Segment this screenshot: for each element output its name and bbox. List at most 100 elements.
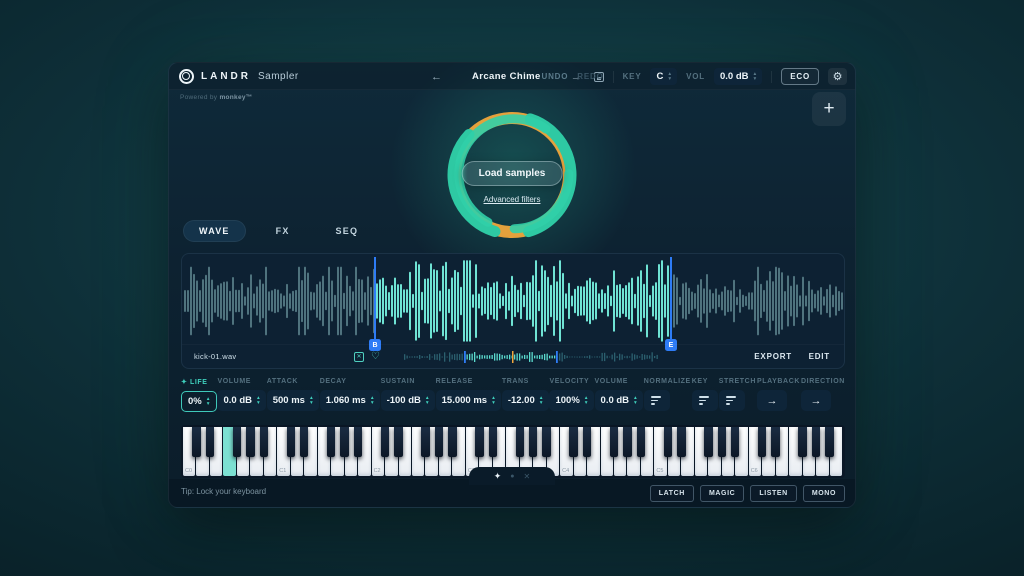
vol-stepper-icon[interactable]: ▴▾ <box>753 72 756 81</box>
tab-fx[interactable]: FX <box>260 220 306 242</box>
black-key[interactable] <box>677 427 685 457</box>
param-value-box[interactable]: -12.00 ▴▾ <box>502 390 549 411</box>
black-key[interactable] <box>798 427 806 457</box>
stepper-icon[interactable]: ▴▾ <box>371 396 374 405</box>
magic-button[interactable]: MAGIC <box>700 485 744 502</box>
stepper-icon[interactable]: ▴▾ <box>310 396 313 405</box>
tab-seq[interactable]: SEQ <box>320 220 375 242</box>
add-sample-button[interactable]: + <box>812 92 846 126</box>
param-value-box[interactable]: 500 ms▴▾ <box>267 390 319 411</box>
tab-wave[interactable]: WAVE <box>183 220 246 242</box>
black-key[interactable] <box>812 427 820 457</box>
black-key[interactable] <box>340 427 348 457</box>
param-normalize: NORMALIZE <box>644 378 691 412</box>
stepper-icon[interactable]: ▴▾ <box>257 396 260 405</box>
favorite-heart-icon[interactable]: ♡ <box>371 352 380 362</box>
key-stepper-icon[interactable]: ▴▾ <box>668 72 671 81</box>
black-key[interactable] <box>287 427 295 457</box>
advanced-filters-link[interactable]: Advanced filters <box>484 195 541 204</box>
black-key[interactable] <box>637 427 645 457</box>
key-select[interactable]: C ▴▾ <box>650 68 677 85</box>
param-value-box[interactable]: -100 dB▴▾ <box>381 390 435 411</box>
black-key[interactable] <box>475 427 483 457</box>
param-label: ATTACK <box>267 378 319 385</box>
level-bars-icon[interactable] <box>692 390 718 411</box>
prev-preset-icon[interactable]: ← <box>431 71 442 83</box>
arrow-right-icon[interactable]: → <box>757 390 787 411</box>
param-value: -12.00 <box>508 395 535 406</box>
selection-end-marker[interactable]: E <box>670 257 672 349</box>
undo-button[interactable]: UNDO <box>542 72 569 81</box>
black-key[interactable] <box>421 427 429 457</box>
black-key[interactable] <box>758 427 766 457</box>
settings-gear-icon[interactable]: ⚙ <box>828 68 847 85</box>
black-key[interactable] <box>435 427 443 457</box>
black-key[interactable] <box>718 427 726 457</box>
redo-button[interactable]: REDO <box>577 72 603 81</box>
black-key[interactable] <box>731 427 739 457</box>
edit-button[interactable]: EDIT <box>809 352 830 361</box>
black-key[interactable] <box>260 427 268 457</box>
param-value-box[interactable]: 100%▴▾ <box>549 390 593 411</box>
key-label: KEY <box>623 72 642 81</box>
sample-file-row: kick-01.wav ✕ ♡ EXPORT EDIT <box>182 344 844 368</box>
level-bars-icon[interactable] <box>644 390 670 411</box>
listen-button[interactable]: LISTEN <box>750 485 797 502</box>
param-value-box[interactable]: 0.0 dB▴▾ <box>595 390 643 411</box>
param-label: PLAYBACK <box>757 378 800 385</box>
black-key[interactable] <box>664 427 672 457</box>
param-value-box[interactable]: 1.060 ms▴▾ <box>320 390 380 411</box>
stepper-icon[interactable]: ▴▾ <box>585 396 588 405</box>
black-key[interactable] <box>354 427 362 457</box>
latch-button[interactable]: LATCH <box>650 485 694 502</box>
vol-input[interactable]: 0.0 dB ▴▾ <box>714 68 762 85</box>
black-key[interactable] <box>825 427 833 457</box>
waveform-display[interactable] <box>183 258 843 344</box>
load-samples-button[interactable]: Load samples <box>462 161 563 186</box>
black-key[interactable] <box>246 427 254 457</box>
black-key[interactable] <box>610 427 618 457</box>
black-key[interactable] <box>327 427 335 457</box>
param-value-box[interactable]: 15.000 ms▴▾ <box>436 390 501 411</box>
black-key[interactable] <box>704 427 712 457</box>
selection-begin-marker[interactable]: B <box>374 257 376 349</box>
black-key[interactable] <box>233 427 241 457</box>
view-tabs: WAVE FX SEQ <box>183 220 374 242</box>
param-volume: VOLUME0.0 dB▴▾ <box>217 378 265 412</box>
vol-value: 0.0 dB <box>720 71 749 82</box>
black-key[interactable] <box>300 427 308 457</box>
param-value-box[interactable]: 0%▴▾ <box>181 391 217 412</box>
waveform-overview-strip[interactable] <box>404 351 660 363</box>
black-key[interactable] <box>394 427 402 457</box>
black-key[interactable] <box>542 427 550 457</box>
black-key[interactable] <box>569 427 577 457</box>
octave-label: C5 <box>656 468 663 474</box>
black-key[interactable] <box>529 427 537 457</box>
export-button[interactable]: EXPORT <box>754 352 792 361</box>
eco-button[interactable]: ECO <box>781 68 819 85</box>
close-icon[interactable]: ✕ <box>524 472 531 481</box>
stepper-icon[interactable]: ▴▾ <box>540 396 543 405</box>
black-key[interactable] <box>448 427 456 457</box>
param-value-box[interactable]: 0.0 dB▴▾ <box>217 390 265 411</box>
param-key: KEY <box>692 378 718 412</box>
random-sample-icon[interactable]: ✕ <box>354 352 364 362</box>
mono-button[interactable]: MONO <box>803 485 845 502</box>
black-key[interactable] <box>489 427 497 457</box>
record-dot-icon[interactable]: ● <box>510 473 514 480</box>
stepper-icon[interactable]: ▴▾ <box>426 396 429 405</box>
stepper-icon[interactable]: ▴▾ <box>207 397 210 406</box>
sparkle-icon[interactable]: ✦ <box>494 471 502 482</box>
black-key[interactable] <box>206 427 214 457</box>
level-bars-icon[interactable] <box>719 390 745 411</box>
stepper-icon[interactable]: ▴▾ <box>492 396 495 405</box>
black-key[interactable] <box>771 427 779 457</box>
black-key[interactable] <box>623 427 631 457</box>
arrow-right-icon[interactable]: → <box>801 390 831 411</box>
black-key[interactable] <box>516 427 524 457</box>
black-key[interactable] <box>192 427 200 457</box>
black-key[interactable] <box>583 427 591 457</box>
stepper-icon[interactable]: ▴▾ <box>634 396 637 405</box>
param-decay: DECAY1.060 ms▴▾ <box>320 378 380 412</box>
black-key[interactable] <box>381 427 389 457</box>
